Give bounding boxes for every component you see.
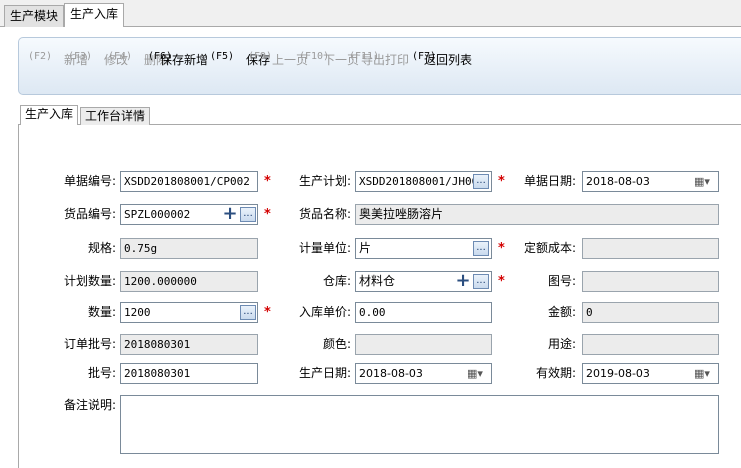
batch-field[interactable]: 2018080301 (120, 363, 258, 384)
usage-label: 用途: (547, 337, 576, 351)
prod-date-label: 生产日期: (298, 366, 351, 380)
color-label: 颜色: (322, 337, 351, 351)
plan-qty-label: 计划数量: (63, 274, 116, 288)
top-tab-bar: 生产模块 生产入库 (0, 0, 741, 28)
unit-price-field[interactable]: 0.00 (355, 302, 492, 323)
plan-qty-field[interactable]: 1200.000000 (120, 271, 258, 292)
required-mark: * (264, 207, 271, 222)
goods-no-label: 货品编号: (63, 207, 116, 221)
doc-no-label: 单据编号: (63, 174, 116, 188)
form-panel: 单据编号: XSDD201808001/CP002 * 生产计划: XSDD20… (18, 125, 741, 468)
plan-label: 生产计划: (298, 174, 351, 188)
tab-storage-form[interactable]: 生产入库 (20, 105, 79, 126)
order-batch-label: 订单批号: (63, 337, 116, 351)
calendar-icon[interactable]: ▦▾ (694, 175, 714, 189)
unit-field[interactable]: 片 (355, 238, 492, 259)
drawing-no-field[interactable] (582, 271, 719, 292)
warehouse-field[interactable]: 材料仓 (355, 271, 492, 292)
prev-page-button[interactable]: 上一页 (F9) (248, 50, 308, 67)
toolbar: 新增 (F2) 修改 (F3) 删除 (F4) 保存新增 (F6) 保存 (F5) 上一页… (18, 37, 741, 95)
calendar-icon[interactable]: ▦▾ (694, 367, 714, 381)
remark-textarea[interactable] (120, 395, 719, 454)
usage-field[interactable] (582, 334, 719, 355)
amount-label: 金额: (547, 305, 576, 319)
main-area: 新增 (F2) 修改 (F3) 删除 (F4) 保存新增 (F6) 保存 (F5) 上一页… (0, 27, 741, 468)
unit-price-label: 入库单价: (298, 305, 351, 319)
save-button[interactable]: 保存 (F5) (210, 50, 270, 67)
goods-name-label: 货品名称: (298, 207, 351, 221)
doc-date-label: 单据日期: (523, 174, 576, 188)
next-page-button[interactable]: 下一页 (F10) (299, 50, 359, 67)
drawing-no-label: 图号: (547, 274, 576, 288)
qty-browse-icon[interactable]: ... (240, 305, 256, 320)
amount-field[interactable]: 0 (582, 302, 719, 323)
back-to-list-button[interactable]: 返回列表 (F7) (412, 50, 472, 67)
qty-label: 数量: (87, 305, 116, 319)
add-icon[interactable]: + (455, 272, 471, 290)
calendar-icon[interactable]: ▦▾ (467, 367, 487, 381)
plan-field[interactable]: XSDD201808001/JH001 (355, 171, 492, 192)
tab-workbench-details[interactable]: 工作台详情 (80, 107, 151, 126)
spec-field[interactable]: 0.75g (120, 238, 258, 259)
required-mark: * (498, 174, 505, 189)
unit-browse-icon[interactable]: ... (473, 241, 489, 256)
delete-button[interactable]: 删除 (F4) (108, 50, 168, 67)
tab-production-module[interactable]: 生产模块 (4, 5, 65, 27)
order-batch-field[interactable]: 2018080301 (120, 334, 258, 355)
save-new-button[interactable]: 保存新增 (F6) (148, 50, 208, 67)
std-cost-label: 定额成本: (523, 241, 576, 255)
batch-label: 批号: (87, 366, 116, 380)
required-mark: * (498, 241, 505, 256)
goods-name-field[interactable]: 奥美拉唑肠溶片 (355, 204, 719, 225)
remark-label: 备注说明: (63, 398, 116, 412)
plan-browse-icon[interactable]: ... (473, 174, 489, 189)
spec-label: 规格: (87, 241, 116, 255)
new-button[interactable]: 新增 (F2) (28, 50, 88, 67)
required-mark: * (264, 174, 271, 189)
color-field[interactable] (355, 334, 492, 355)
qty-field[interactable]: 1200 (120, 302, 258, 323)
unit-label: 计量单位: (298, 241, 351, 255)
required-mark: * (264, 305, 271, 320)
inner-tab-bar: 生产入库 工作台详情 (18, 105, 741, 126)
add-icon[interactable]: + (222, 205, 238, 223)
edit-button[interactable]: 修改 (F3) (68, 50, 128, 67)
tab-production-storage[interactable]: 生产入库 (64, 3, 125, 28)
warehouse-label: 仓库: (322, 274, 351, 288)
doc-no-field[interactable]: XSDD201808001/CP002 (120, 171, 258, 192)
required-mark: * (498, 274, 505, 289)
warehouse-browse-icon[interactable]: ... (473, 274, 489, 289)
expiry-label: 有效期: (535, 366, 576, 380)
goods-browse-icon[interactable]: ... (240, 207, 256, 222)
export-print-button[interactable]: 导出打印 (F11) (349, 50, 409, 67)
std-cost-field[interactable] (582, 238, 719, 259)
